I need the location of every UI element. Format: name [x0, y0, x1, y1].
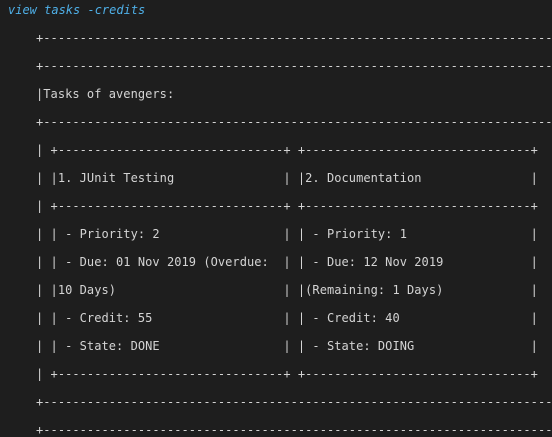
- state-row: | | - State: DONE | | - State: DOING | |: [36, 339, 552, 353]
- priority-row: | | - Priority: 2 | | - Priority: 1 | |: [36, 227, 552, 241]
- command-line: view tasks -credits: [8, 3, 146, 17]
- terminal-output: view tasks -credits +-------------------…: [0, 0, 552, 437]
- card-divider: | +-------------------------------+ +---…: [36, 199, 552, 213]
- table-title: |Tasks of avengers: |: [36, 87, 552, 101]
- border-line: +---------------------------------------…: [36, 423, 552, 437]
- card-top-border: | +-------------------------------+ +---…: [36, 143, 552, 157]
- border-line: +---------------------------------------…: [36, 31, 552, 45]
- border-line: +---------------------------------------…: [36, 115, 552, 129]
- border-line: +---------------------------------------…: [36, 59, 552, 73]
- due-detail-row: | |10 Days) | |(Remaining: 1 Days) | |: [36, 283, 552, 297]
- task-titles-row: | |1. JUnit Testing | |2. Documentation …: [36, 171, 552, 185]
- border-line: +---------------------------------------…: [36, 395, 552, 409]
- credit-row: | | - Credit: 55 | | - Credit: 40 | |: [36, 311, 552, 325]
- card-bottom-border: | +-------------------------------+ +---…: [36, 367, 552, 381]
- due-row: | | - Due: 01 Nov 2019 (Overdue: | | - D…: [36, 255, 552, 269]
